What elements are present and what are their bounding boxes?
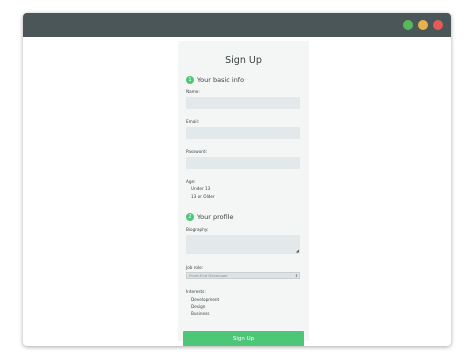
age-option-under-13[interactable]: Under 13 xyxy=(191,186,210,191)
name-input[interactable] xyxy=(186,97,300,109)
section-number-badge: 2 xyxy=(186,213,194,221)
email-label: Email: xyxy=(186,119,200,124)
interest-option-design[interactable]: Design xyxy=(191,304,205,309)
section-heading: Your profile xyxy=(197,213,234,221)
job-role-label: Job role: xyxy=(186,265,204,270)
window-titlebar xyxy=(23,13,451,37)
password-label: Password: xyxy=(186,149,207,154)
browser-window: Sign Up 1 Your basic info Name: Email: P… xyxy=(23,13,451,346)
job-role-select[interactable]: Front-End Developer ⇕ xyxy=(186,272,300,279)
resize-handle-icon[interactable]: ◢ xyxy=(296,249,299,253)
interest-option-business[interactable]: Business xyxy=(191,311,209,316)
name-label: Name: xyxy=(186,89,200,94)
form-title: Sign Up xyxy=(225,55,262,66)
sign-up-button[interactable]: Sign Up xyxy=(183,331,304,346)
section-number-badge: 1 xyxy=(186,76,194,84)
job-role-selected-value: Front-End Developer xyxy=(189,273,228,278)
signup-form: Sign Up 1 Your basic info Name: Email: P… xyxy=(178,41,309,346)
chevron-down-icon: ⇕ xyxy=(294,273,298,278)
interests-label: Interests: xyxy=(186,289,206,294)
minimize-window-button[interactable] xyxy=(418,20,428,30)
close-window-button[interactable] xyxy=(433,20,443,30)
password-input[interactable] xyxy=(186,157,300,169)
maximize-window-button[interactable] xyxy=(403,20,413,30)
biography-label: Biography: xyxy=(186,227,209,232)
section-basic-info: 1 Your basic info xyxy=(186,75,244,85)
interest-option-development[interactable]: Development xyxy=(191,297,219,302)
section-heading: Your basic info xyxy=(197,76,245,84)
biography-textarea[interactable]: ◢ xyxy=(186,235,300,254)
age-option-13-or-older[interactable]: 13 or Older xyxy=(191,194,215,199)
section-profile: 2 Your profile xyxy=(186,212,233,222)
age-label: Age: xyxy=(186,179,196,184)
email-input[interactable] xyxy=(186,127,300,139)
